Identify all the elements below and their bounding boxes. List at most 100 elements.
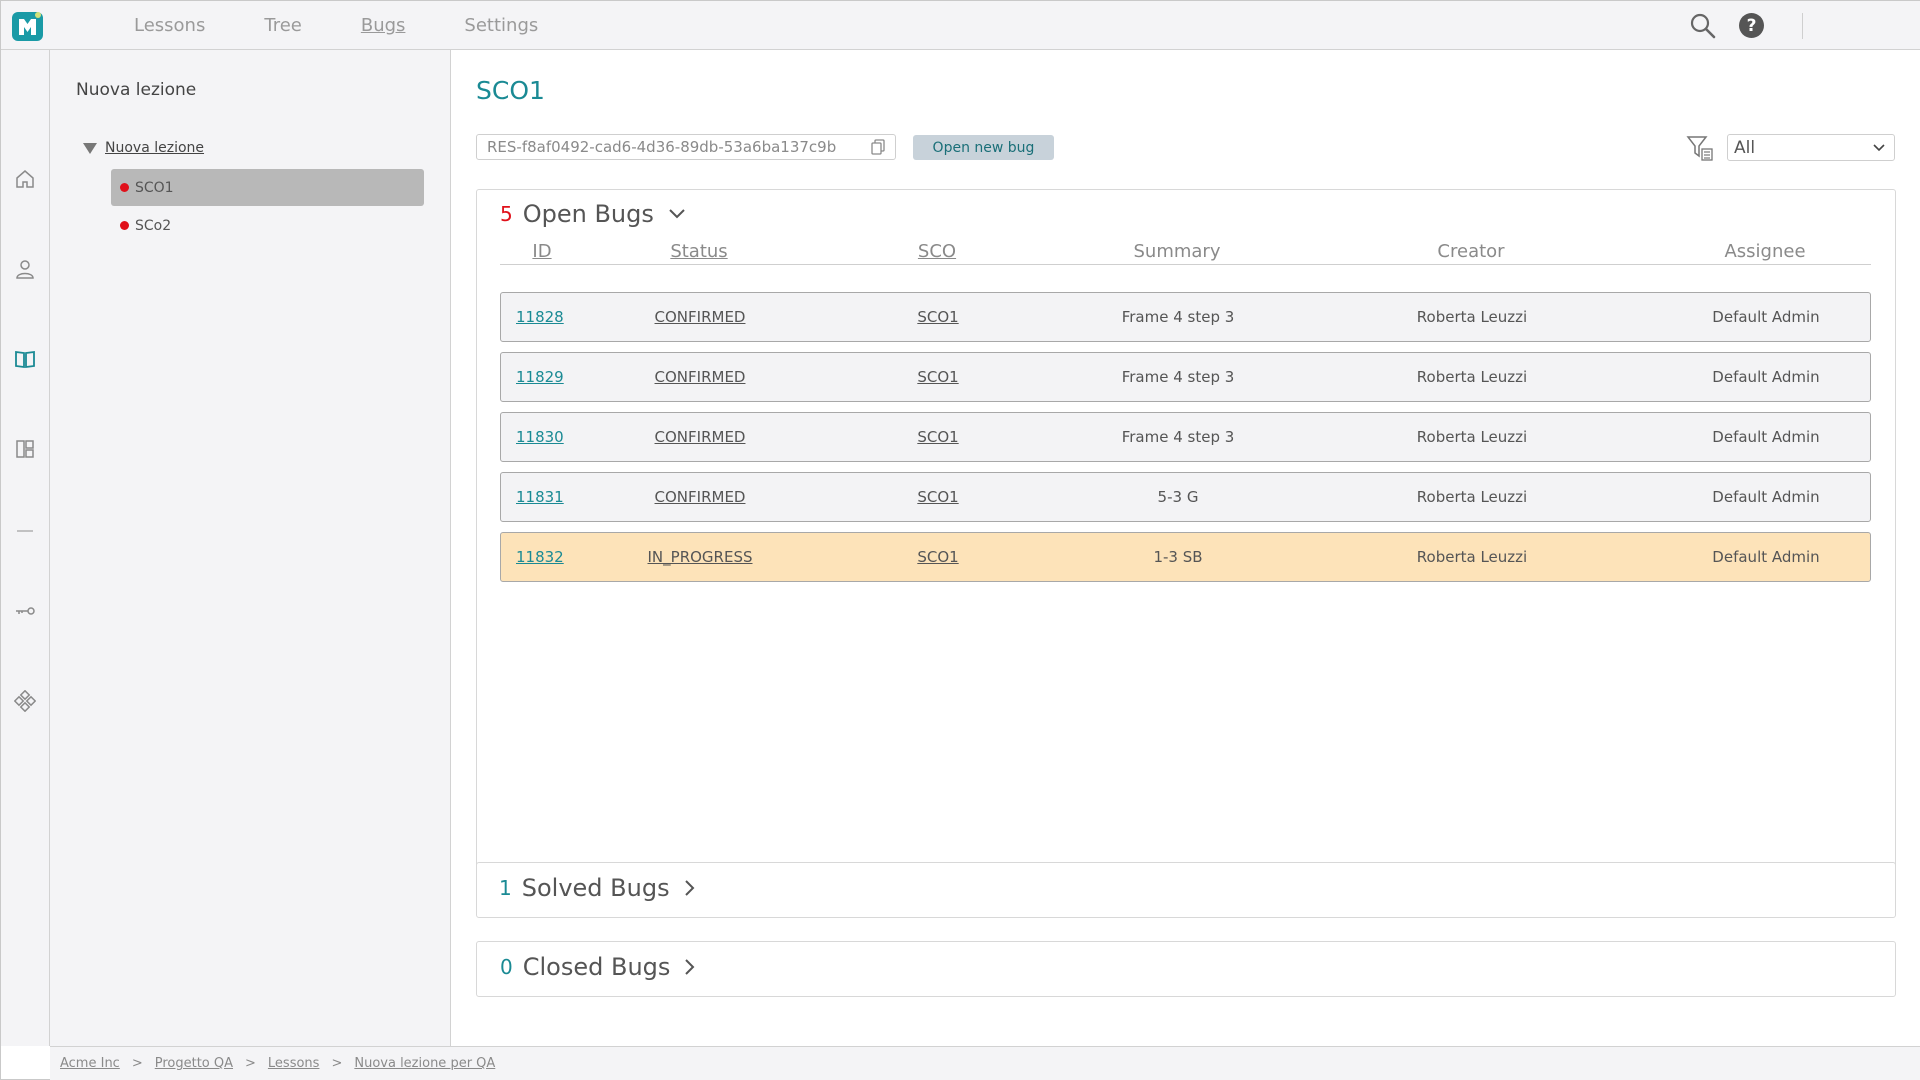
breadcrumb-item[interactable]: Progetto QA	[155, 1056, 233, 1071]
status-filter-select[interactable]: All	[1727, 134, 1895, 161]
bug-id-link[interactable]: 11832	[516, 548, 564, 566]
breadcrumb-item[interactable]: Nuova lezione per QA	[354, 1056, 495, 1071]
col-header-id[interactable]: ID	[532, 241, 551, 262]
bug-summary: 1-3 SB	[1153, 548, 1203, 566]
breadcrumb-item[interactable]: Acme Inc	[60, 1056, 120, 1071]
status-dot-icon	[120, 221, 129, 230]
filter-icon[interactable]	[1686, 134, 1714, 162]
layout-icon[interactable]	[14, 438, 36, 460]
book-icon[interactable]	[14, 348, 36, 370]
chevron-right-icon[interactable]	[684, 958, 696, 976]
solved-bugs-panel: 1 Solved Bugs	[476, 862, 1896, 918]
chevron-down-icon[interactable]	[668, 208, 686, 220]
open-bugs-header[interactable]: 5 Open Bugs	[500, 200, 686, 228]
app-frame: Lessons Tree Bugs Settings ? Nuova lezio…	[0, 0, 1920, 1080]
home-icon[interactable]	[14, 168, 36, 190]
bug-status[interactable]: CONFIRMED	[655, 428, 746, 446]
top-divider	[1802, 12, 1803, 39]
breadcrumb-separator: >	[131, 1056, 143, 1071]
minus-icon[interactable]	[14, 520, 36, 542]
bug-id-link[interactable]: 11831	[516, 488, 564, 506]
table-row[interactable]: 11829 CONFIRMED SCO1 Frame 4 step 3 Robe…	[500, 352, 1871, 402]
col-header-assignee: Assignee	[1724, 241, 1806, 262]
open-bugs-count: 5	[500, 202, 513, 226]
col-header-summary: Summary	[1133, 241, 1221, 262]
closed-bugs-label: Closed Bugs	[522, 953, 671, 981]
bug-assignee: Default Admin	[1712, 428, 1820, 446]
resource-id-text: RES-f8af0492-cad6-4d36-89db-53a6ba137c9b	[487, 138, 837, 156]
filter-select-value: All	[1734, 137, 1756, 158]
main-content: SCO1 RES-f8af0492-cad6-4d36-89db-53a6ba1…	[451, 50, 1920, 1046]
bug-id-link[interactable]: 11830	[516, 428, 564, 446]
search-icon[interactable]	[1689, 12, 1717, 40]
breadcrumb-item[interactable]: Lessons	[268, 1056, 320, 1071]
bug-summary: Frame 4 step 3	[1121, 428, 1235, 446]
bug-summary: Frame 4 step 3	[1121, 368, 1235, 386]
page-title: SCO1	[476, 76, 545, 105]
solved-bugs-header[interactable]: 1 Solved Bugs	[499, 874, 696, 902]
bug-status[interactable]: CONFIRMED	[655, 488, 746, 506]
bug-status[interactable]: IN_PROGRESS	[648, 548, 753, 566]
open-bugs-label: Open Bugs	[522, 200, 654, 228]
status-dot-icon	[120, 183, 129, 192]
bug-assignee: Default Admin	[1712, 548, 1820, 566]
open-bugs-panel: 5 Open Bugs ID Status SCO Summary Creato…	[476, 189, 1896, 886]
open-new-bug-button[interactable]: Open new bug	[913, 135, 1054, 160]
icon-rail	[1, 50, 50, 1046]
nav-lessons[interactable]: Lessons	[134, 15, 205, 36]
tree-node-sco1[interactable]: SCO1	[111, 169, 424, 206]
top-right-tools: ?	[1689, 1, 1920, 50]
tree-root-label[interactable]: Nuova lezione	[105, 140, 204, 156]
bug-status[interactable]: CONFIRMED	[655, 368, 746, 386]
bug-id-link[interactable]: 11829	[516, 368, 564, 386]
bug-summary: Frame 4 step 3	[1121, 308, 1235, 326]
bug-creator: Roberta Leuzzi	[1416, 548, 1528, 566]
bug-summary: 5-3 G	[1157, 488, 1199, 506]
nav-tree[interactable]: Tree	[264, 15, 302, 36]
bug-sco[interactable]: SCO1	[917, 308, 958, 326]
user-icon[interactable]	[14, 258, 36, 280]
key-icon[interactable]	[14, 600, 36, 622]
bug-id-link[interactable]: 11828	[516, 308, 564, 326]
table-row[interactable]: 11832 IN_PROGRESS SCO1 1-3 SB Roberta Le…	[500, 532, 1871, 582]
copy-icon[interactable]	[870, 139, 886, 155]
tree-root[interactable]: Nuova lezione	[83, 140, 204, 156]
table-row[interactable]: 11828 CONFIRMED SCO1 Frame 4 step 3 Robe…	[500, 292, 1871, 342]
closed-bugs-count: 0	[500, 955, 513, 979]
bug-status[interactable]: CONFIRMED	[655, 308, 746, 326]
breadcrumb-separator: >	[245, 1056, 256, 1071]
main-nav: Lessons Tree Bugs Settings	[134, 1, 597, 50]
nav-settings[interactable]: Settings	[464, 15, 538, 36]
bug-sco[interactable]: SCO1	[917, 428, 958, 446]
col-header-status[interactable]: Status	[670, 241, 727, 262]
bug-creator: Roberta Leuzzi	[1416, 368, 1528, 386]
resource-id-field[interactable]: RES-f8af0492-cad6-4d36-89db-53a6ba137c9b	[476, 134, 896, 160]
breadcrumb-separator: >	[331, 1056, 343, 1071]
breadcrumb: Acme Inc > Progetto QA > Lessons > Nuova…	[50, 1046, 1920, 1080]
bug-assignee: Default Admin	[1712, 308, 1820, 326]
nav-bugs[interactable]: Bugs	[361, 15, 406, 36]
col-header-sco[interactable]: SCO	[918, 241, 956, 262]
bug-sco[interactable]: SCO1	[917, 368, 958, 386]
bug-assignee: Default Admin	[1712, 368, 1820, 386]
components-icon[interactable]	[13, 689, 37, 713]
top-bar: Lessons Tree Bugs Settings ?	[1, 1, 1920, 50]
bug-sco[interactable]: SCO1	[917, 548, 958, 566]
bug-table-header: ID Status SCO Summary Creator Assignee	[500, 233, 1871, 265]
table-row[interactable]: 11831 CONFIRMED SCO1 5-3 G Roberta Leuzz…	[500, 472, 1871, 522]
lesson-tree-panel: Nuova lezione Nuova lezione SCO1 SCo2	[50, 50, 451, 1046]
bug-creator: Roberta Leuzzi	[1416, 308, 1528, 326]
tree-node-label: SCo2	[135, 217, 172, 234]
closed-bugs-header[interactable]: 0 Closed Bugs	[500, 953, 696, 981]
solved-bugs-count: 1	[499, 876, 512, 900]
chevron-right-icon[interactable]	[684, 879, 696, 897]
app-logo[interactable]	[11, 9, 44, 42]
help-icon[interactable]: ?	[1739, 13, 1764, 38]
closed-bugs-panel: 0 Closed Bugs	[476, 941, 1896, 997]
table-row[interactable]: 11830 CONFIRMED SCO1 Frame 4 step 3 Robe…	[500, 412, 1871, 462]
bug-sco[interactable]: SCO1	[917, 488, 958, 506]
caret-down-icon[interactable]	[83, 142, 97, 154]
bug-creator: Roberta Leuzzi	[1416, 488, 1528, 506]
tree-node-sco2[interactable]: SCo2	[111, 207, 424, 244]
solved-bugs-label: Solved Bugs	[521, 874, 670, 902]
